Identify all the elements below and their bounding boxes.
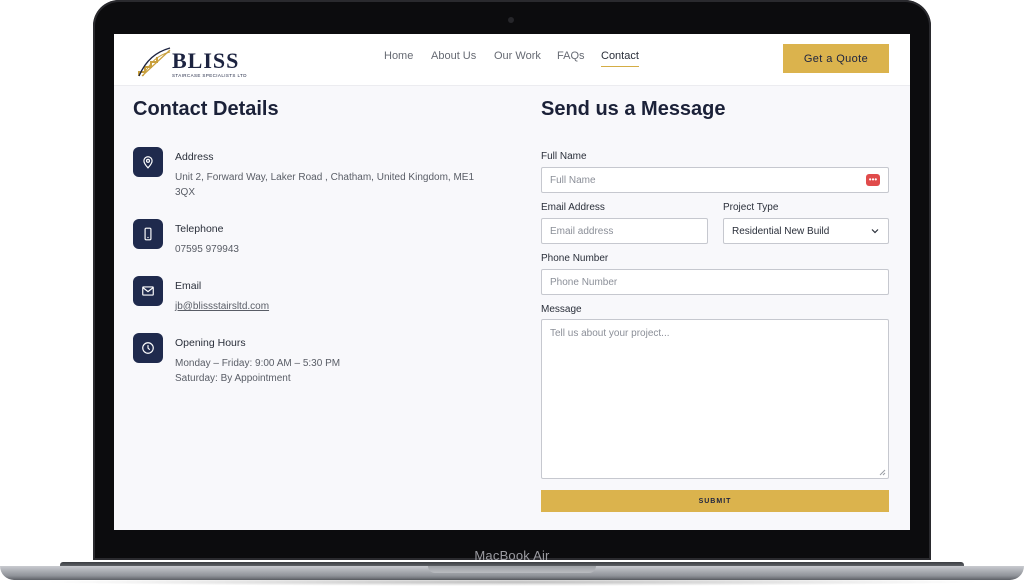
full-name-placeholder: Full Name — [550, 174, 596, 186]
camera-icon — [508, 17, 514, 23]
email-address-input[interactable]: Email address — [541, 218, 708, 244]
phone-number-placeholder: Phone Number — [550, 276, 618, 288]
email-label: Email — [175, 280, 202, 292]
project-type-value: Residential New Build — [732, 225, 830, 237]
nav-contact[interactable]: Contact — [601, 50, 639, 67]
telephone-value[interactable]: 07595 979943 — [175, 242, 239, 257]
full-name-input[interactable]: Full Name ••• — [541, 167, 889, 193]
nav-our-work[interactable]: Our Work — [494, 50, 541, 62]
location-pin-icon — [133, 147, 163, 177]
project-type-label: Project Type — [723, 202, 779, 213]
email-address-label: Email Address — [541, 202, 605, 213]
device-label: MacBook Air — [474, 548, 550, 563]
clock-icon — [133, 333, 163, 363]
hours-line-2: Saturday: By Appointment — [175, 373, 291, 384]
phone-icon — [133, 219, 163, 249]
staircase-logo-icon — [138, 47, 171, 77]
message-label: Message — [541, 304, 582, 315]
get-a-quote-button[interactable]: Get a Quote — [783, 44, 889, 73]
contact-details-title: Contact Details — [133, 98, 279, 120]
full-name-label: Full Name — [541, 151, 587, 162]
phone-number-label: Phone Number — [541, 253, 609, 264]
brand-logo[interactable]: BLISS STAIRCASE SPECIALISTS LTD — [136, 42, 246, 78]
site-header: BLISS STAIRCASE SPECIALISTS LTD Home Abo… — [114, 34, 910, 86]
submit-button[interactable]: SUBMIT — [541, 490, 889, 512]
opening-hours-label: Opening Hours — [175, 337, 246, 349]
message-textarea[interactable]: Tell us about your project... — [541, 319, 889, 479]
chevron-down-icon — [871, 229, 879, 234]
project-type-select[interactable]: Residential New Build — [723, 218, 889, 244]
email-address-placeholder: Email address — [550, 225, 614, 237]
address-label: Address — [175, 151, 214, 163]
laptop-notch — [428, 566, 596, 573]
message-placeholder: Tell us about your project... — [550, 328, 670, 339]
resize-grip-icon[interactable] — [879, 469, 886, 476]
hours-line-1: Monday – Friday: 9:00 AM – 5:30 PM — [175, 358, 341, 369]
autofill-icon[interactable]: ••• — [866, 174, 880, 186]
email-link[interactable]: jb@blissstairsltd.com — [175, 299, 269, 314]
logo-tagline: STAIRCASE SPECIALISTS LTD — [172, 73, 247, 78]
address-line-2: 3QX — [175, 187, 196, 198]
laptop-shadow — [40, 578, 984, 586]
address-line-1: Unit 2, Forward Way, Laker Road , Chatha… — [175, 172, 475, 183]
nav-home[interactable]: Home — [384, 50, 413, 62]
phone-number-input[interactable]: Phone Number — [541, 269, 889, 295]
nav-faqs[interactable]: FAQs — [557, 50, 585, 62]
mail-icon — [133, 276, 163, 306]
send-message-title: Send us a Message — [541, 98, 726, 120]
browser-screen: BLISS STAIRCASE SPECIALISTS LTD Home Abo… — [114, 34, 910, 530]
telephone-label: Telephone — [175, 223, 224, 235]
logo-wordmark: BLISS — [172, 48, 240, 73]
nav-about-us[interactable]: About Us — [431, 50, 476, 62]
